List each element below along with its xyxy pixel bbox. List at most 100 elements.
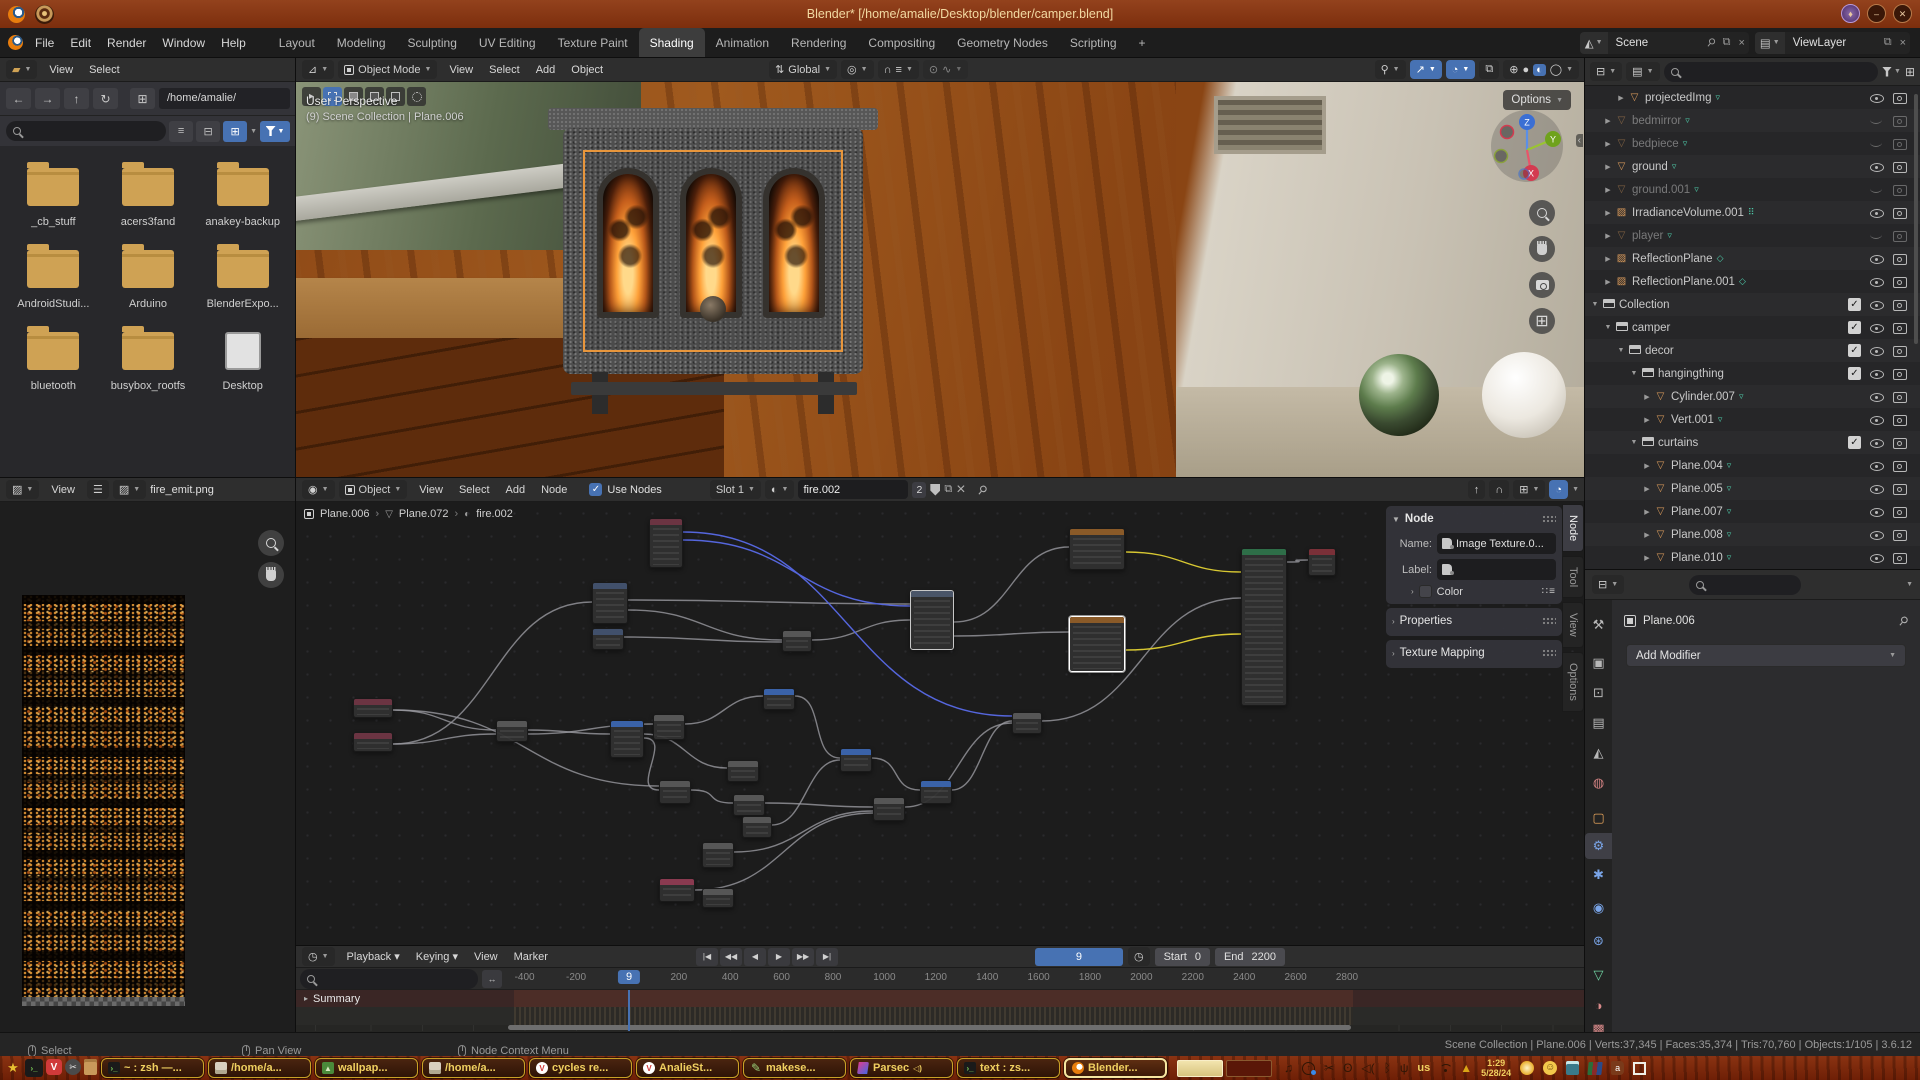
node-canvas[interactable]: Plane.006 › ▽ Plane.072 › ◐ fire.002 ▼No… — [296, 502, 1585, 946]
drag-dots-icon[interactable] — [1542, 515, 1556, 523]
shader-node-15[interactable] — [840, 748, 872, 772]
menu-edit[interactable]: Edit — [62, 28, 99, 58]
display-thumbnails-button[interactable]: ⊞ — [223, 121, 247, 142]
breadcrumb-mesh[interactable]: Plane.072 — [399, 508, 449, 520]
jump-to-prev-keyframe-button[interactable]: ◀◀ — [720, 948, 742, 966]
create-directory-button[interactable]: ⊞ — [130, 88, 155, 109]
outliner-row[interactable]: ▶▽Plane.005▿ — [1585, 477, 1920, 500]
exclude-checkbox[interactable]: ✓ — [1848, 367, 1861, 380]
jump-to-end-button[interactable]: ▶| — [816, 948, 838, 966]
outliner-row[interactable]: ▶▨IrradianceVolume.001⠿ — [1585, 201, 1920, 224]
launcher-video-editor[interactable]: ✂ — [65, 1059, 81, 1075]
file-item[interactable]: anakey-backup — [195, 160, 290, 228]
workspace-tab-shading[interactable]: Shading — [639, 28, 705, 58]
outliner-row[interactable]: ▶▽ground.001▿ — [1585, 178, 1920, 201]
color-row[interactable]: › Color ∷≡ — [1392, 585, 1556, 598]
exclude-checkbox[interactable]: ✓ — [1848, 436, 1861, 449]
outliner-row[interactable]: ▼curtains✓ — [1585, 431, 1920, 454]
taskbar-window-wallpap-[interactable]: ▲wallpap... — [315, 1058, 418, 1078]
wireframe-shading-icon[interactable]: ⊕ — [1509, 63, 1518, 76]
hide-viewport-toggle[interactable] — [1870, 528, 1883, 541]
properties-search-input[interactable] — [1689, 575, 1801, 595]
perspective-toggle-button[interactable]: ⊞ — [1529, 308, 1555, 334]
menu-select[interactable]: Select — [481, 58, 528, 85]
close-button[interactable]: ✕ — [1893, 4, 1912, 23]
editor-type-button[interactable]: ▨▼ — [6, 480, 39, 499]
disable-render-toggle[interactable] — [1892, 137, 1906, 150]
outliner-item-label[interactable]: Plane.005 — [1671, 483, 1723, 495]
shader-node-4[interactable] — [910, 590, 954, 650]
properties-tab-constraints[interactable]: ⊛ — [1585, 928, 1612, 954]
zoom-gizmo-button[interactable] — [258, 530, 284, 556]
filter-button[interactable]: ▼ — [1882, 67, 1901, 77]
outliner-row[interactable]: ▶▨ReflectionPlane◇ — [1585, 247, 1920, 270]
hide-viewport-toggle[interactable] — [1870, 459, 1883, 472]
file-item[interactable]: Desktop — [195, 324, 290, 392]
disable-render-toggle[interactable] — [1892, 551, 1906, 564]
current-frame-badge[interactable]: 9 — [618, 970, 640, 984]
menu-object[interactable]: Object — [563, 58, 611, 85]
disable-render-toggle[interactable] — [1892, 229, 1906, 242]
select-visibility-toggle[interactable]: ⚲▼ — [1375, 60, 1406, 79]
properties-options-dropdown[interactable]: ▼ — [1906, 581, 1913, 588]
shader-node-12[interactable] — [610, 720, 644, 758]
file-search-input[interactable] — [6, 121, 166, 141]
outliner-item-label[interactable]: player — [1632, 230, 1663, 242]
current-frame-field[interactable]: 9 — [1035, 948, 1123, 966]
outliner-item-label[interactable]: Plane.007 — [1671, 506, 1723, 518]
menu-view[interactable]: View — [411, 478, 451, 505]
shader-node-2[interactable] — [592, 628, 624, 650]
wifi-icon[interactable] — [1439, 1064, 1451, 1073]
shader-node-13[interactable] — [653, 714, 685, 740]
image-menu-button[interactable]: ☰ — [87, 480, 109, 499]
hide-viewport-toggle[interactable] — [1870, 436, 1883, 449]
lamp-on-icon[interactable] — [1520, 1061, 1534, 1075]
workspace-tab-sculpting[interactable]: Sculpting — [397, 28, 468, 58]
outliner-item-label[interactable]: IrradianceVolume.001 — [1632, 207, 1744, 219]
shader-node-3[interactable] — [782, 630, 812, 652]
play-button[interactable]: ▶ — [768, 948, 790, 966]
outliner-item-label[interactable]: Plane.008 — [1671, 529, 1723, 541]
shader-node-23[interactable] — [742, 816, 772, 838]
jump-to-start-button[interactable]: |◀ — [696, 948, 718, 966]
usb-icon[interactable]: ψ — [1400, 1062, 1409, 1074]
menu-file[interactable]: File — [27, 28, 62, 58]
taskbar-window-cycles-re-[interactable]: Vcycles re... — [529, 1058, 632, 1078]
outliner-item-label[interactable]: ground — [1632, 161, 1668, 173]
camera-view-button[interactable] — [1529, 272, 1555, 298]
material-name-field[interactable]: fire.002 — [798, 480, 908, 499]
proportional-editing-toggle[interactable]: ⊙∿▼ — [923, 60, 968, 79]
hide-viewport-toggle[interactable] — [1870, 551, 1883, 564]
outliner-item-label[interactable]: Cylinder.007 — [1671, 391, 1735, 403]
outliner-row[interactable]: ▶▽Plane.007▿ — [1585, 500, 1920, 523]
collapse-arrow-icon[interactable]: ▼ — [1628, 370, 1640, 377]
material-preview-icon[interactable]: ◐ — [1533, 64, 1546, 76]
sidebar-tab-options[interactable]: Options — [1562, 652, 1584, 712]
gizmos-toggle[interactable]: ↗▼ — [1410, 60, 1442, 79]
color-swatch[interactable] — [1419, 585, 1432, 598]
shader-node-7[interactable] — [1241, 548, 1287, 706]
prev-frame-button[interactable]: ◀ — [744, 948, 766, 966]
editor-type-button[interactable]: ◉▼ — [302, 480, 335, 499]
menu-render[interactable]: Render — [99, 28, 154, 58]
node-panel-header[interactable]: ▼Node — [1392, 510, 1556, 528]
shader-node-20[interactable] — [733, 794, 765, 816]
image-browse-button[interactable]: ▨▼ — [113, 480, 146, 499]
disable-render-toggle[interactable] — [1892, 390, 1906, 403]
disable-render-toggle[interactable] — [1892, 275, 1906, 288]
updates-icon[interactable]: ↑ — [1302, 1062, 1315, 1075]
editor-type-button[interactable]: ⊿▼ — [302, 60, 334, 79]
display-vertical-list-button[interactable]: ≡ — [169, 121, 193, 142]
outliner-row[interactable]: ▶▽bedpiece▿ — [1585, 132, 1920, 155]
xray-toggle[interactable]: ⧉ — [1479, 60, 1499, 79]
workspace-tab-scripting[interactable]: Scripting — [1059, 28, 1128, 58]
exclude-checkbox[interactable]: ✓ — [1848, 344, 1861, 357]
disable-render-toggle[interactable] — [1892, 367, 1906, 380]
shader-node-17[interactable] — [1012, 712, 1042, 734]
disable-render-toggle[interactable] — [1892, 528, 1906, 541]
properties-tab-texture[interactable]: ▩ — [1585, 1016, 1612, 1032]
transform-orientation-selector[interactable]: ⇅Global▼ — [769, 60, 837, 79]
display-size-dropdown[interactable]: ▼ — [250, 128, 257, 135]
path-field[interactable]: /home/amalie/ — [159, 88, 290, 109]
hide-viewport-toggle[interactable] — [1870, 160, 1883, 173]
